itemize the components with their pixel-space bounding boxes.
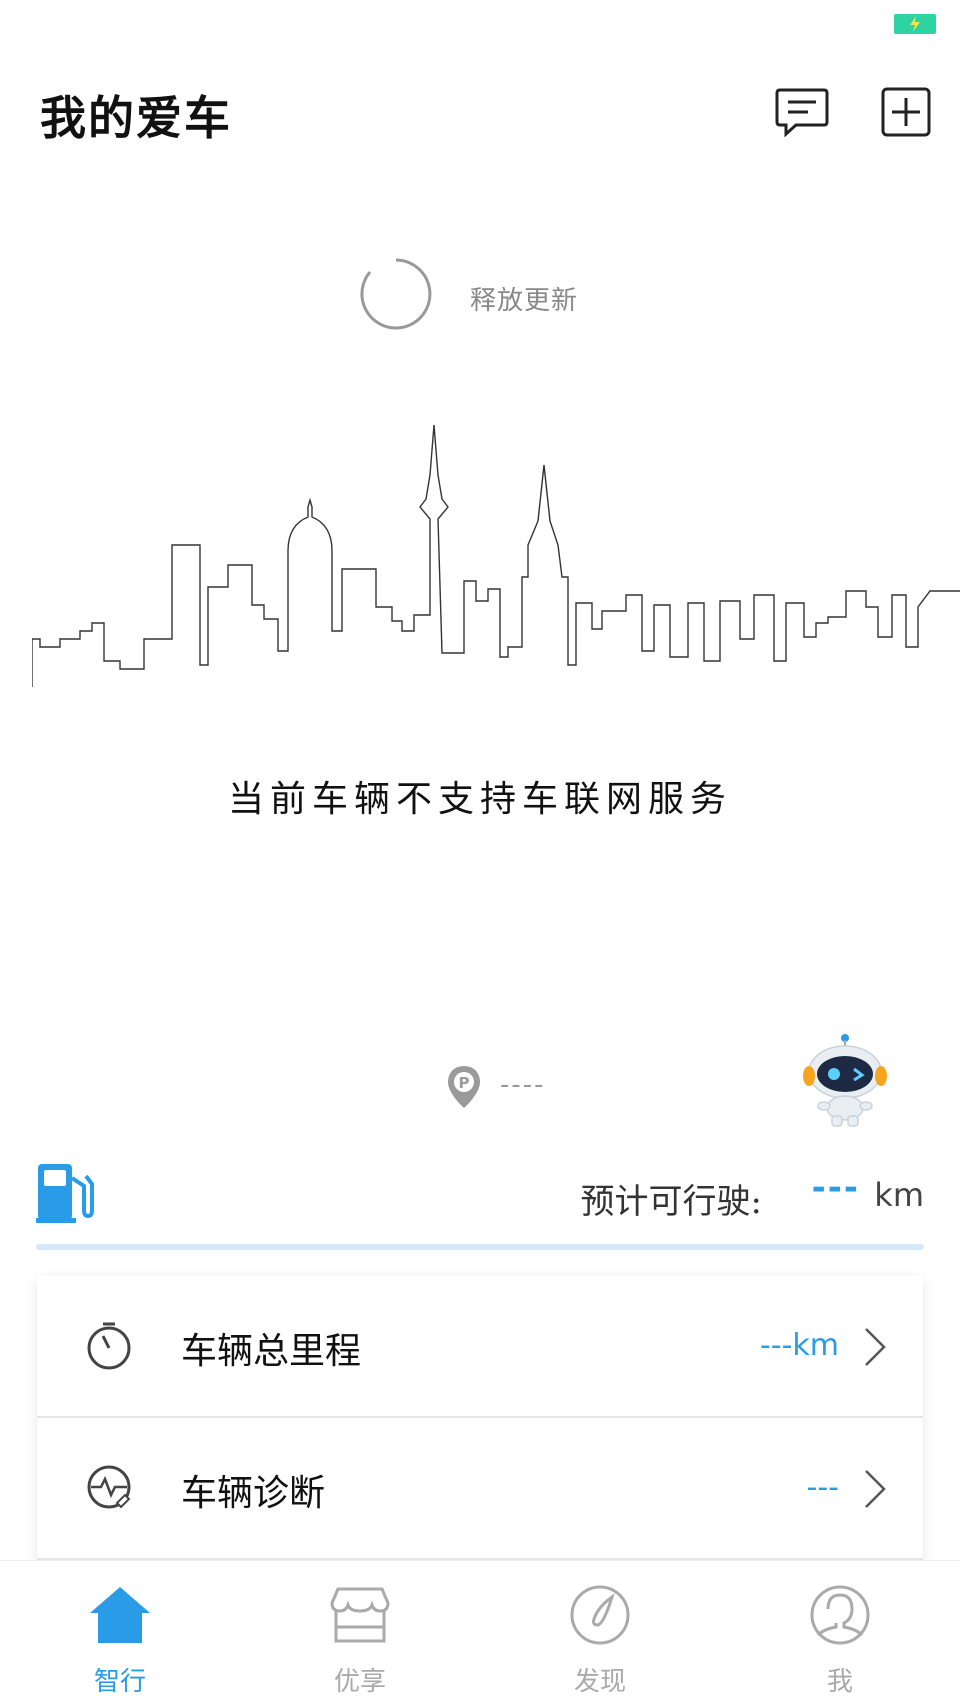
list-item-value: ---km <box>759 1328 839 1363</box>
battery-icon <box>894 14 936 34</box>
range-label: 预计可行驶: <box>580 1182 762 1222</box>
tab-zhixing[interactable]: 智行 <box>0 1561 240 1706</box>
tab-faxian[interactable]: 发现 <box>480 1561 720 1706</box>
list-item-total-mileage[interactable]: 车辆总里程 ---km <box>37 1276 923 1418</box>
list-item-label: 车辆诊断 <box>181 1473 326 1514</box>
page-title: 我的爱车 <box>40 91 232 145</box>
fuel-pump-icon <box>36 1164 94 1223</box>
list-item-label: 车辆总里程 <box>181 1331 362 1372</box>
loading-spinner-icon <box>360 258 432 330</box>
chevron-right-icon <box>865 1470 886 1508</box>
message-button[interactable] <box>774 84 830 140</box>
vehicle-info-card: 车辆总里程 ---km 车辆诊断 --- <box>37 1276 923 1566</box>
message-icon <box>775 88 829 138</box>
tab-label: 智行 <box>93 1667 146 1697</box>
robot-assistant-icon[interactable] <box>800 1030 890 1130</box>
tab-wo[interactable]: 我 <box>720 1561 960 1706</box>
tab-youxiang[interactable]: 优享 <box>240 1561 480 1706</box>
tab-label: 优享 <box>333 1667 386 1697</box>
odometer-icon <box>87 1322 131 1370</box>
parking-pin-icon: P <box>448 1066 480 1108</box>
list-item-value: --- <box>806 1470 839 1505</box>
bottom-tab-bar: 智行 优享 发现 我 <box>0 1560 960 1706</box>
range-value: --- <box>811 1168 860 1208</box>
tab-label: 发现 <box>573 1667 626 1697</box>
refresh-text: 释放更新 <box>470 286 579 316</box>
vehicle-location[interactable]: P ---- <box>446 1062 646 1112</box>
header: 我的爱车 <box>0 60 960 160</box>
svg-text:P: P <box>459 1074 470 1092</box>
compass-icon <box>570 1585 630 1645</box>
status-bar <box>0 0 960 50</box>
fuel-range-row: 预计可行驶: --- km <box>36 1160 924 1250</box>
diagnosis-icon <box>87 1465 131 1509</box>
range-unit: km <box>874 1176 924 1214</box>
tab-label: 我 <box>826 1667 853 1697</box>
location-text: ---- <box>500 1070 546 1100</box>
store-icon <box>330 1587 390 1643</box>
home-icon <box>90 1587 150 1643</box>
fuel-level-bar <box>36 1244 924 1250</box>
add-icon <box>881 87 931 137</box>
list-item-diagnosis[interactable]: 车辆诊断 --- <box>37 1418 923 1560</box>
pull-refresh-indicator: 释放更新 <box>358 256 618 336</box>
city-skyline-illustration <box>32 425 960 687</box>
unsupported-service-notice: 当前车辆不支持车联网服务 <box>227 779 732 820</box>
chevron-right-icon <box>865 1328 886 1366</box>
profile-icon <box>810 1585 870 1645</box>
add-button[interactable] <box>878 84 934 140</box>
